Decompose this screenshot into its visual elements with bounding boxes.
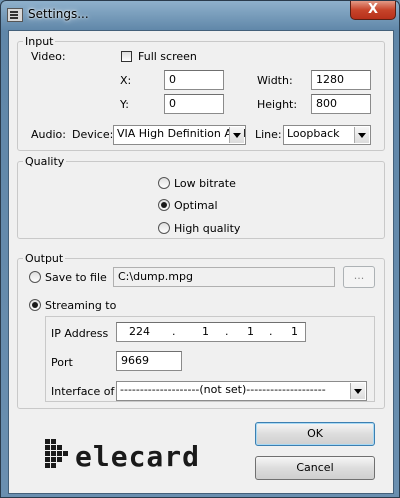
x-input[interactable]: 0 (164, 70, 224, 90)
interface-label: Interface of (51, 385, 115, 398)
ip-address-label: IP Address (51, 327, 109, 340)
ip-address-input[interactable]: 224 . 1 . 1 . 1 (116, 322, 306, 342)
low-bitrate-label[interactable]: Low bitrate (174, 177, 236, 190)
x-label: X: (120, 74, 132, 87)
save-to-file-label[interactable]: Save to file (45, 271, 107, 284)
close-button[interactable]: X (350, 1, 396, 20)
ip-octet-3[interactable]: 1 (247, 325, 254, 339)
y-label: Y: (120, 98, 129, 111)
optimal-radio[interactable] (158, 199, 170, 211)
port-input[interactable]: 9669 (116, 351, 182, 371)
ip-separator: . (225, 325, 229, 338)
fullscreen-checkbox[interactable] (121, 51, 132, 62)
input-legend: Input (25, 35, 54, 48)
video-label: Video: (31, 50, 66, 63)
high-quality-radio[interactable] (158, 222, 170, 234)
browse-button[interactable]: ... (343, 266, 375, 288)
quality-legend: Quality (25, 155, 65, 168)
port-label: Port (51, 356, 73, 369)
line-select-value: Loopback (287, 127, 340, 140)
y-input[interactable]: 0 (164, 94, 224, 114)
height-input[interactable]: 800 (311, 94, 371, 114)
ip-separator: . (269, 325, 273, 338)
settings-window: Settings... X Input Video: Full screen X… (0, 0, 400, 498)
device-label: Device: (72, 128, 114, 141)
window-title: Settings... (28, 7, 89, 21)
ip-octet-2[interactable]: 1 (202, 325, 209, 339)
low-bitrate-radio[interactable] (158, 177, 170, 189)
app-icon (7, 8, 23, 22)
width-input[interactable]: 1280 (311, 70, 371, 90)
file-path-input[interactable]: C:\dump.mpg (113, 267, 335, 287)
title-bar[interactable]: Settings... X (1, 1, 399, 29)
dialog-body: Input Video: Full screen X: 0 Width: 128… (8, 30, 394, 494)
save-to-file-radio[interactable] (29, 271, 41, 283)
interface-select[interactable]: --------------------(not set)-----------… (116, 381, 367, 401)
cancel-button[interactable]: Cancel (255, 456, 375, 480)
line-select[interactable]: Loopback (283, 125, 371, 145)
chevron-down-icon[interactable] (350, 383, 365, 399)
fullscreen-label[interactable]: Full screen (138, 50, 197, 63)
device-select[interactable]: VIA High Definition Audi (113, 125, 246, 145)
ip-octet-4[interactable]: 1 (291, 325, 298, 339)
device-select-value: VIA High Definition Audi (117, 127, 246, 140)
optimal-label[interactable]: Optimal (174, 199, 218, 212)
elecard-logo: elecard (45, 439, 200, 471)
output-legend: Output (25, 252, 64, 265)
ip-octet-1[interactable]: 224 (129, 325, 150, 339)
height-label: Height: (257, 98, 298, 111)
chevron-down-icon[interactable] (229, 127, 244, 143)
ok-button[interactable]: OK (255, 422, 375, 446)
logo-text: elecard (75, 440, 200, 471)
interface-select-value: --------------------(not set)-----------… (120, 383, 326, 396)
streaming-label[interactable]: Streaming to (45, 299, 116, 312)
streaming-radio[interactable] (29, 299, 41, 311)
high-quality-label[interactable]: High quality (174, 222, 240, 235)
width-label: Width: (257, 74, 293, 87)
chevron-down-icon[interactable] (354, 127, 369, 143)
ip-separator: . (172, 325, 176, 338)
line-label: Line: (255, 128, 282, 141)
audio-label: Audio: (31, 128, 66, 141)
